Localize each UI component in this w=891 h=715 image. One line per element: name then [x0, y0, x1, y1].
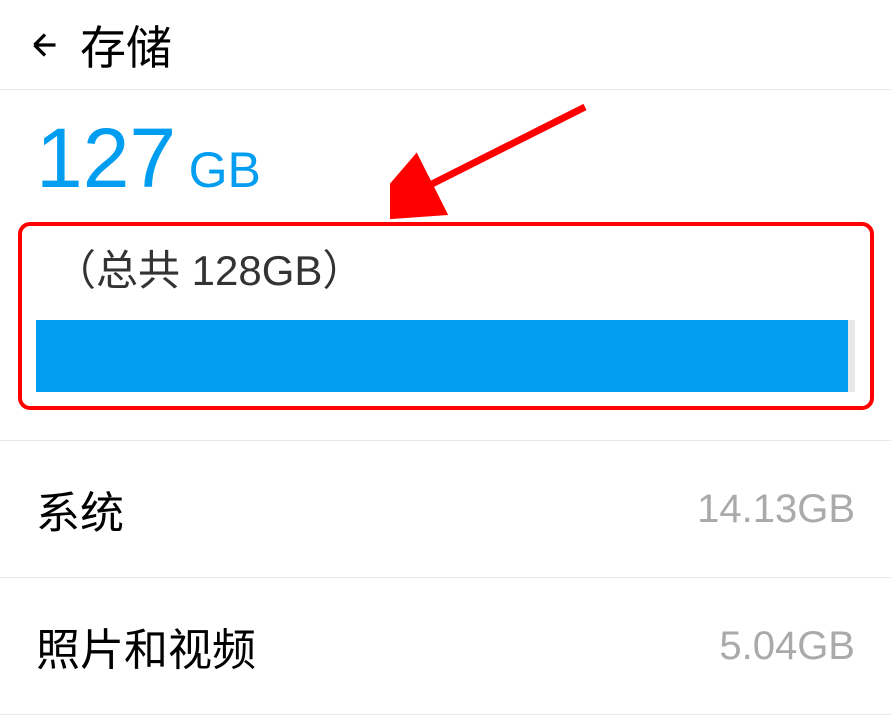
storage-progress-fill: [36, 320, 848, 392]
back-arrow-icon: [27, 27, 63, 63]
header-bar: 存储: [0, 0, 891, 90]
category-value: 5.04GB: [719, 624, 855, 669]
used-storage-number: 127: [36, 111, 176, 205]
page-title: 存储: [80, 12, 172, 78]
storage-category-row[interactable]: 照片和视频 5.04GB: [0, 578, 891, 715]
used-storage-display: 127 GB: [0, 90, 891, 217]
storage-progress-bar: [36, 320, 855, 392]
total-storage-label: （总共 128GB）: [18, 237, 891, 298]
category-value: 14.13GB: [697, 487, 855, 532]
used-storage-unit: GB: [189, 142, 261, 198]
category-label: 系统: [36, 477, 124, 541]
category-label: 照片和视频: [36, 614, 256, 678]
back-button[interactable]: [20, 20, 70, 70]
storage-category-row[interactable]: 系统 14.13GB: [0, 440, 891, 578]
